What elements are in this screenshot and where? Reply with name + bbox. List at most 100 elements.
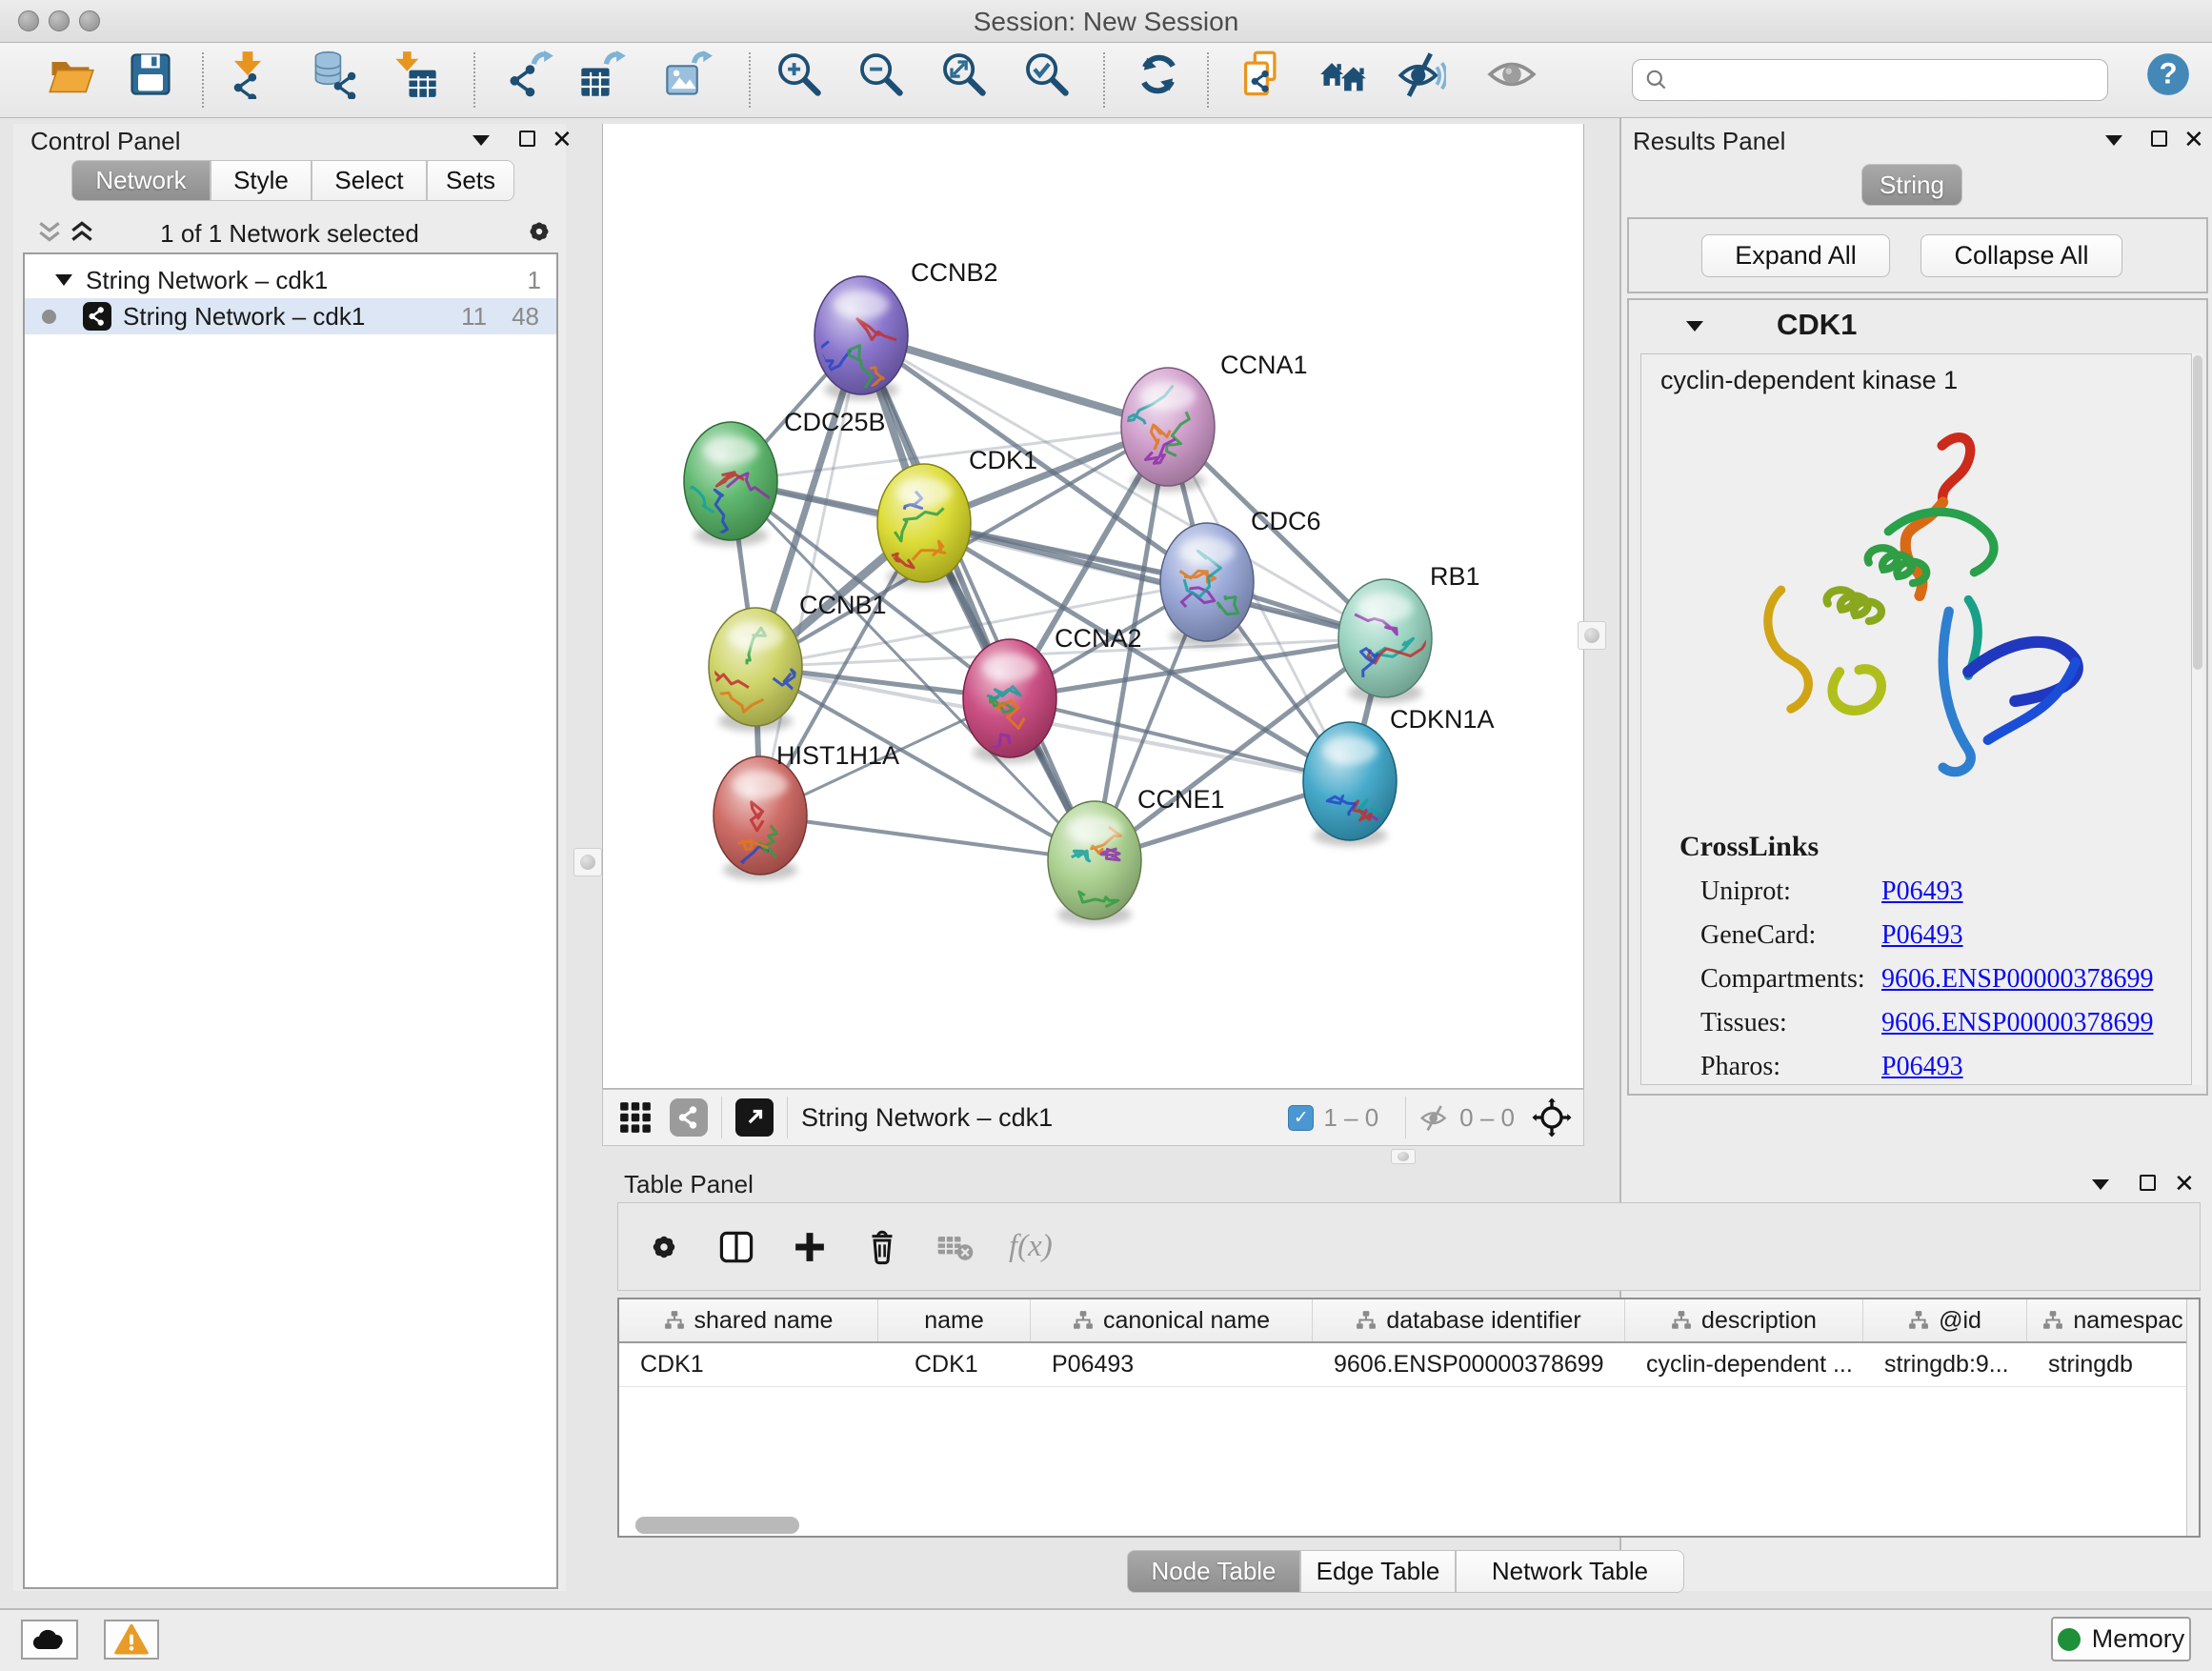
- collapse-all-button[interactable]: Collapse All: [1920, 234, 2122, 277]
- column-header[interactable]: name: [878, 1299, 1031, 1341]
- expand-all-button[interactable]: Expand All: [1701, 234, 1890, 277]
- selected-checkbox-icon[interactable]: ✓: [1288, 1105, 1314, 1131]
- database-icon: [311, 50, 360, 99]
- org-chart-icon: [1356, 1310, 1377, 1331]
- delete-columns-button[interactable]: [862, 1227, 902, 1267]
- table-options-button[interactable]: [645, 1228, 683, 1266]
- column-header[interactable]: @id: [1863, 1299, 2027, 1341]
- crosslink-label: Tissues:: [1700, 1008, 1787, 1038]
- zoom-fit-button[interactable]: [938, 49, 990, 100]
- table-vertical-scrollbar[interactable]: [2186, 1299, 2199, 1536]
- table-panel-menu-icon[interactable]: [2092, 1179, 2109, 1190]
- network-view-button[interactable]: [670, 1098, 708, 1137]
- table-panel-float-icon[interactable]: [2140, 1175, 2156, 1191]
- column-header[interactable]: canonical name: [1031, 1299, 1313, 1341]
- results-scrollbar[interactable]: [2191, 353, 2203, 1085]
- org-chart-icon: [1073, 1310, 1094, 1331]
- left-splitter-handle[interactable]: [573, 848, 602, 876]
- results-panel-close-icon[interactable]: ✕: [2183, 127, 2204, 151]
- memory-button[interactable]: Memory: [2051, 1617, 2191, 1661]
- svg-text:CDC6: CDC6: [1251, 507, 1321, 535]
- tab-network-table[interactable]: Network Table: [1456, 1550, 1684, 1593]
- crosslink-tissues[interactable]: 9606.ENSP00000378699: [1881, 1008, 2153, 1038]
- svg-text:CCNA1: CCNA1: [1220, 351, 1308, 379]
- network-tree: String Network – cdk1 1 String Network –…: [23, 252, 558, 1589]
- column-header[interactable]: description: [1625, 1299, 1863, 1341]
- table-header-row: shared name name canonical name database…: [619, 1299, 2199, 1343]
- crosslink-label: Compartments:: [1700, 964, 1865, 995]
- import-network-button[interactable]: [222, 49, 273, 100]
- control-panel-close-icon[interactable]: ✕: [552, 127, 573, 151]
- network-canvas[interactable]: CCNB2CCNA1CDC25BCDK1CDC6RB1CCNB1CCNA2CDK…: [602, 124, 1584, 1089]
- tab-string[interactable]: String: [1861, 164, 1962, 206]
- hide-selected-button[interactable]: [1396, 49, 1447, 100]
- protein-structure-image: [1718, 416, 2118, 826]
- network-view-toolbar: String Network – cdk1 ✓ 1 – 0 0 – 0: [602, 1089, 1584, 1146]
- toolbar-search[interactable]: [1632, 59, 2108, 101]
- zoom-selected-button[interactable]: [1021, 49, 1073, 100]
- org-chart-icon: [2042, 1310, 2063, 1331]
- first-neighbors-button[interactable]: [1317, 49, 1369, 100]
- zoom-in-button[interactable]: [774, 49, 825, 100]
- column-header[interactable]: database identifier: [1313, 1299, 1625, 1341]
- column-header[interactable]: namespac: [2027, 1299, 2199, 1341]
- gene-section: CDK1 cyclin-dependent kinase 1: [1627, 298, 2208, 1096]
- import-network-from-database-button[interactable]: [310, 49, 361, 100]
- copy-network-button[interactable]: [1237, 49, 1289, 100]
- apply-layout-button[interactable]: [1133, 49, 1184, 100]
- crosslink-label: GeneCard:: [1700, 920, 1816, 951]
- network-collection-label: String Network – cdk1: [86, 266, 328, 295]
- bottom-splitter-handle[interactable]: [1391, 1149, 1416, 1164]
- show-columns-button[interactable]: [715, 1226, 757, 1268]
- crosslink-compartments[interactable]: 9606.ENSP00000378699: [1881, 964, 2153, 995]
- network-collection-row[interactable]: String Network – cdk1 1: [25, 262, 556, 298]
- control-panel-menu-icon[interactable]: [473, 135, 490, 146]
- network-options-button[interactable]: [523, 215, 555, 248]
- import-table-button[interactable]: [390, 49, 441, 100]
- right-splitter-handle[interactable]: [1578, 621, 1606, 650]
- memory-status-dot: [2058, 1628, 2081, 1651]
- crosslink-genecard[interactable]: P06493: [1881, 920, 1963, 951]
- control-panel-float-icon[interactable]: [519, 131, 535, 147]
- table-row[interactable]: CDK1 CDK1 P06493 9606.ENSP00000378699 cy…: [619, 1343, 2199, 1387]
- search-input[interactable]: [1669, 66, 2079, 94]
- warnings-button[interactable]: [104, 1620, 159, 1660]
- tab-edge-table[interactable]: Edge Table: [1300, 1550, 1456, 1593]
- zoom-out-icon: [856, 50, 906, 99]
- help-button[interactable]: ?: [2142, 49, 2194, 100]
- results-panel-menu-icon[interactable]: [2105, 135, 2122, 146]
- column-header[interactable]: shared name: [619, 1299, 878, 1341]
- hidden-eye-slash-icon: [1419, 1102, 1450, 1133]
- show-all-button[interactable]: [1486, 49, 1538, 100]
- export-image-button[interactable]: [662, 49, 714, 100]
- tab-style[interactable]: Style: [211, 160, 312, 201]
- open-session-button[interactable]: [45, 49, 96, 100]
- results-panel-float-icon[interactable]: [2151, 131, 2167, 147]
- grid-view-button[interactable]: [618, 1100, 653, 1135]
- cloud-status-button[interactable]: [21, 1620, 78, 1660]
- birds-eye-view-button[interactable]: [735, 1098, 774, 1137]
- tab-network[interactable]: Network: [71, 160, 211, 201]
- save-session-button[interactable]: [125, 49, 176, 100]
- crosslink-uniprot[interactable]: P06493: [1881, 876, 1963, 907]
- horizontal-scrollbar-thumb[interactable]: [635, 1517, 799, 1534]
- export-table-button[interactable]: [576, 49, 628, 100]
- zoom-out-button[interactable]: [855, 49, 907, 100]
- share-icon: [677, 1106, 700, 1129]
- export-network-button[interactable]: [504, 49, 555, 100]
- table-toolbar: f(x): [617, 1202, 2201, 1291]
- delete-table-button[interactable]: [935, 1226, 976, 1268]
- center-view-button[interactable]: [1530, 1097, 1574, 1137]
- tab-node-table[interactable]: Node Table: [1127, 1550, 1300, 1593]
- tab-sets[interactable]: Sets: [427, 160, 514, 201]
- table-panel-close-icon[interactable]: ✕: [2174, 1171, 2195, 1196]
- network-row-selected[interactable]: String Network – cdk1 11 48: [25, 298, 556, 334]
- function-builder-button[interactable]: f(x): [1009, 1229, 1053, 1264]
- columns-icon: [715, 1226, 757, 1268]
- crosslink-pharos[interactable]: P06493: [1881, 1052, 1963, 1082]
- gene-section-expander-icon[interactable]: [1686, 321, 1703, 332]
- tab-select[interactable]: Select: [312, 160, 427, 201]
- create-column-button[interactable]: [790, 1227, 830, 1267]
- string-network-graph[interactable]: CCNB2CCNA1CDC25BCDK1CDC6RB1CCNB1CCNA2CDK…: [603, 124, 1583, 1087]
- tree-expander-icon[interactable]: [55, 274, 72, 286]
